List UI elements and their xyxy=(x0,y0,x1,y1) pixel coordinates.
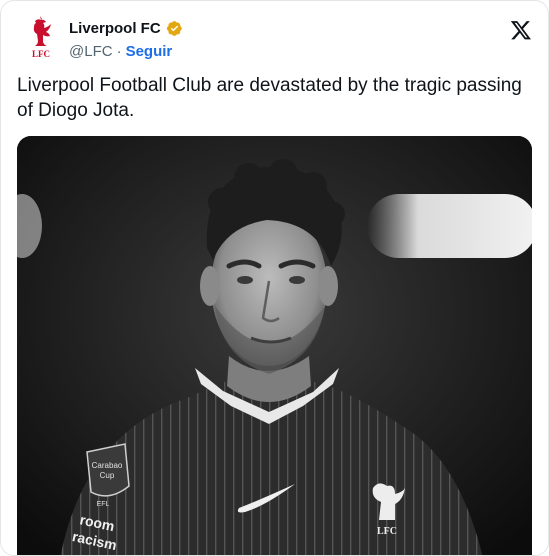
shirt-crest-text: LFC xyxy=(377,526,397,537)
svg-text:LFC: LFC xyxy=(32,49,50,59)
follow-button[interactable]: Seguir xyxy=(126,43,173,60)
x-logo-icon[interactable] xyxy=(510,19,532,41)
account-info: Liverpool FC @LFC · Seguir xyxy=(69,18,183,61)
player-photo-image: Carabao Cup EFL room racism LFC xyxy=(17,136,532,555)
tweet-photo[interactable]: Carabao Cup EFL room racism LFC xyxy=(17,136,532,555)
badge-small: EFL xyxy=(97,501,110,508)
verified-badge-icon xyxy=(166,20,182,36)
lfc-crest-avatar[interactable]: LFC xyxy=(19,15,63,63)
badge-line-1: Carabao xyxy=(92,461,123,470)
liver-bird-icon: LFC xyxy=(32,16,51,59)
display-name[interactable]: Liverpool FC xyxy=(69,20,161,37)
tweet-header: LFC Liverpool FC @LFC · Seguir xyxy=(17,15,532,63)
tweet-text: Liverpool Football Club are devastated b… xyxy=(17,75,522,121)
separator-dot: · xyxy=(116,42,122,60)
badge-line-2: Cup xyxy=(100,471,115,480)
tweet-card[interactable]: LFC Liverpool FC @LFC · Seguir Liverpool… xyxy=(0,0,549,556)
handle[interactable]: @LFC xyxy=(69,43,113,60)
